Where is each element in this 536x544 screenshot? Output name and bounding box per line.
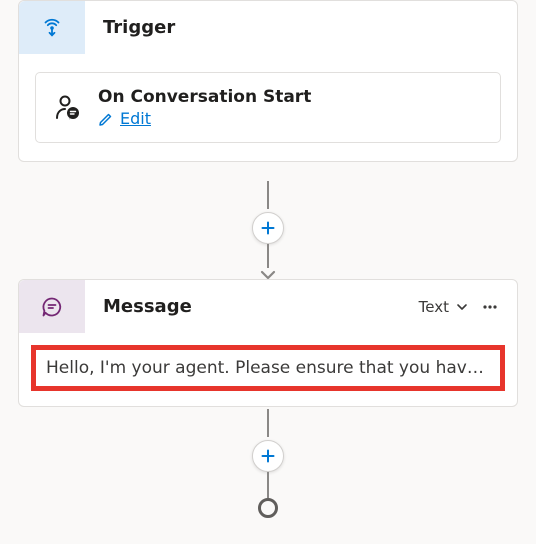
plus-icon xyxy=(260,220,276,236)
more-horizontal-icon xyxy=(481,298,499,316)
trigger-icon-box xyxy=(19,1,85,54)
edit-link-label: Edit xyxy=(120,109,151,128)
add-node-button[interactable] xyxy=(252,440,284,472)
trigger-body: On Conversation Start Edit xyxy=(19,54,517,161)
message-header: Message Text xyxy=(19,280,517,333)
message-type-label: Text xyxy=(419,298,449,316)
trigger-action-text: On Conversation Start Edit xyxy=(98,87,311,128)
message-node[interactable]: Message Text Hello, I'm your xyxy=(18,279,518,407)
message-header-controls: Text xyxy=(419,298,517,316)
message-type-dropdown[interactable]: Text xyxy=(419,298,469,316)
edit-link[interactable]: Edit xyxy=(98,109,311,128)
more-menu-button[interactable] xyxy=(481,298,499,316)
message-text-highlight[interactable]: Hello, I'm your agent. Please ensure tha… xyxy=(31,345,505,391)
message-body: Hello, I'm your agent. Please ensure tha… xyxy=(19,333,517,406)
message-title: Message xyxy=(103,296,419,317)
chevron-down-icon xyxy=(455,300,469,314)
trigger-title: Trigger xyxy=(103,17,517,38)
trigger-action-card[interactable]: On Conversation Start Edit xyxy=(35,72,501,143)
connector-line xyxy=(267,409,269,437)
broadcast-icon xyxy=(40,16,64,40)
connector-line xyxy=(267,472,269,498)
chat-bubble-icon xyxy=(40,295,64,319)
add-node-button[interactable] xyxy=(252,212,284,244)
trigger-header: Trigger xyxy=(19,1,517,54)
trigger-action-title: On Conversation Start xyxy=(98,87,311,107)
connector-line xyxy=(267,181,269,209)
trigger-node[interactable]: Trigger On Conversation Start xyxy=(18,0,518,162)
pencil-icon xyxy=(98,111,114,127)
connector-line xyxy=(267,244,269,268)
person-chat-icon xyxy=(52,93,82,123)
end-node[interactable] xyxy=(258,498,278,518)
message-icon-box xyxy=(19,280,85,333)
plus-icon xyxy=(260,448,276,464)
flow-canvas: Trigger On Conversation Start xyxy=(0,0,536,544)
